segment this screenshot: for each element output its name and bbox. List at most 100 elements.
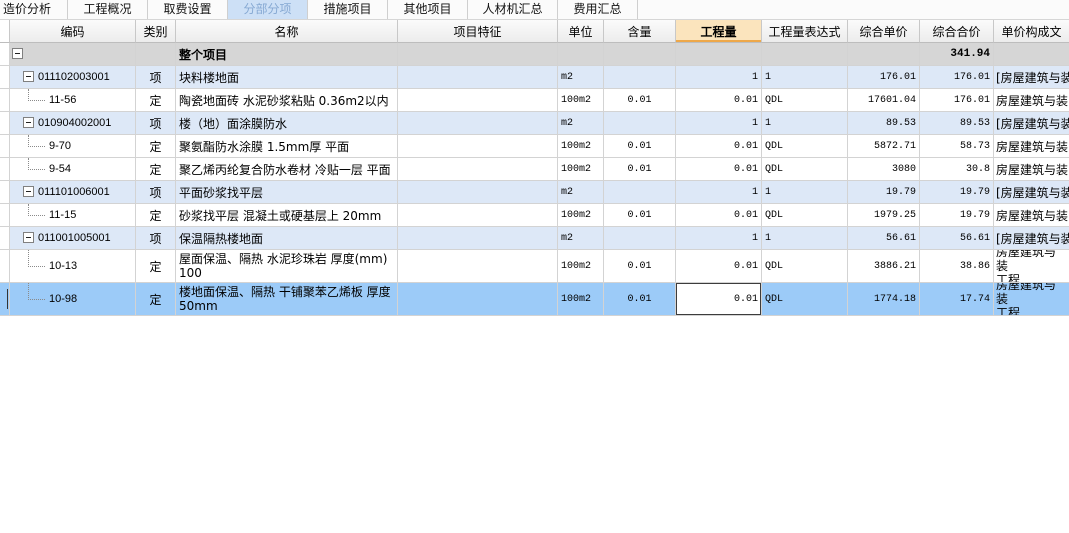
price-file-cell[interactable]: 房屋建筑与装 工程 xyxy=(994,283,1069,316)
column-header-price-file[interactable]: 单价构成文 xyxy=(994,20,1069,43)
row-indicator[interactable] xyxy=(0,181,10,204)
feature-cell[interactable] xyxy=(398,135,558,158)
unit-cell[interactable]: 100m2 xyxy=(558,158,604,181)
quota-row[interactable]: 11-15 定砂浆找平层 混凝土或硬基层上 20mm 100m2 0.01 0.01 QD… xyxy=(0,204,1069,227)
unit-cell[interactable]: 100m2 xyxy=(558,250,604,283)
quantity-expression-cell[interactable]: QDL xyxy=(762,250,848,283)
category-cell[interactable]: 项 xyxy=(136,227,176,250)
quantity-expression-cell[interactable]: QDL xyxy=(762,283,848,316)
category-cell[interactable]: 项 xyxy=(136,66,176,89)
code-cell[interactable] xyxy=(10,43,136,66)
unit-cell[interactable]: 100m2 xyxy=(558,204,604,227)
column-header-unit[interactable]: 单位 xyxy=(558,20,604,43)
price-file-cell[interactable]: [房屋建筑与装 xyxy=(994,227,1069,250)
quantity-expression-cell[interactable]: 1 xyxy=(762,66,848,89)
code-cell[interactable]: 010904002001 xyxy=(10,112,136,135)
feature-cell[interactable] xyxy=(398,227,558,250)
unit-price-cell[interactable]: 176.01 xyxy=(848,66,920,89)
unit-cell[interactable]: 100m2 xyxy=(558,283,604,316)
collapse-box-icon[interactable] xyxy=(23,71,34,82)
quantity-cell[interactable]: 1 xyxy=(676,227,762,250)
total-price-cell[interactable]: 19.79 xyxy=(920,204,994,227)
price-file-cell[interactable]: [房屋建筑与装 xyxy=(994,181,1069,204)
quantity-cell[interactable]: 1 xyxy=(676,112,762,135)
row-indicator[interactable] xyxy=(0,250,10,283)
tab-labor-material-machine[interactable]: 人材机汇总 xyxy=(468,0,558,19)
column-header-name[interactable]: 名称 xyxy=(176,20,398,43)
tab-other-items[interactable]: 其他项目 xyxy=(388,0,468,19)
quantity-cell[interactable]: 0.01 xyxy=(676,158,762,181)
header-corner[interactable] xyxy=(0,20,10,43)
total-price-cell[interactable]: 341.94 xyxy=(920,43,994,66)
category-cell[interactable]: 项 xyxy=(136,181,176,204)
collapse-box-icon[interactable] xyxy=(23,232,34,243)
unit-cell[interactable]: m2 xyxy=(558,112,604,135)
quantity-expression-cell[interactable]: QDL xyxy=(762,135,848,158)
quantity-cell[interactable]: 0.01 xyxy=(676,204,762,227)
price-file-cell[interactable]: 房屋建筑与装 xyxy=(994,135,1069,158)
bill-item-row[interactable]: 011101006001 项平面砂浆找平层 m2 1 1 19.79 19.79 [房屋建筑与… xyxy=(0,181,1069,204)
unit-cell[interactable]: m2 xyxy=(558,181,604,204)
unit-price-cell[interactable]: 5872.71 xyxy=(848,135,920,158)
price-file-cell[interactable]: 房屋建筑与装 xyxy=(994,204,1069,227)
feature-cell[interactable] xyxy=(398,283,558,316)
row-indicator[interactable] xyxy=(0,204,10,227)
unit-price-cell[interactable] xyxy=(848,43,920,66)
name-cell[interactable]: 整个项目 xyxy=(176,43,398,66)
tab-fee-settings[interactable]: 取费设置 xyxy=(148,0,228,19)
code-cell[interactable]: 10-13 xyxy=(10,250,136,283)
unit-price-cell[interactable]: 17601.04 xyxy=(848,89,920,112)
unit-price-cell[interactable]: 89.53 xyxy=(848,112,920,135)
category-cell[interactable]: 定 xyxy=(136,158,176,181)
total-price-cell[interactable]: 56.61 xyxy=(920,227,994,250)
total-price-cell[interactable]: 17.74 xyxy=(920,283,994,316)
total-price-cell[interactable]: 19.79 xyxy=(920,181,994,204)
category-cell[interactable] xyxy=(136,43,176,66)
content-cell[interactable] xyxy=(604,43,676,66)
content-cell[interactable] xyxy=(604,181,676,204)
unit-cell[interactable]: 100m2 xyxy=(558,89,604,112)
category-cell[interactable]: 定 xyxy=(136,135,176,158)
quantity-cell[interactable]: 0.01 xyxy=(676,283,762,316)
price-file-cell[interactable]: 房屋建筑与装 工程 xyxy=(994,250,1069,283)
feature-cell[interactable] xyxy=(398,250,558,283)
code-cell[interactable]: 9-70 xyxy=(10,135,136,158)
row-indicator[interactable] xyxy=(0,283,10,316)
tab-fee-summary[interactable]: 费用汇总 xyxy=(558,0,638,19)
price-file-cell[interactable]: [房屋建筑与装 xyxy=(994,66,1069,89)
code-cell[interactable]: 10-98 xyxy=(10,283,136,316)
root-project-row[interactable]: 整个项目 341.94 xyxy=(0,43,1069,66)
column-header-quantity[interactable]: 工程量 xyxy=(676,20,762,43)
name-cell[interactable]: 陶瓷地面砖 水泥砂浆粘贴 0.36m2以内 xyxy=(176,89,398,112)
quantity-expression-cell[interactable]: 1 xyxy=(762,181,848,204)
content-cell[interactable]: 0.01 xyxy=(604,135,676,158)
total-price-cell[interactable]: 58.73 xyxy=(920,135,994,158)
name-cell[interactable]: 块料楼地面 xyxy=(176,66,398,89)
name-cell[interactable]: 砂浆找平层 混凝土或硬基层上 20mm xyxy=(176,204,398,227)
unit-cell[interactable] xyxy=(558,43,604,66)
unit-price-cell[interactable]: 19.79 xyxy=(848,181,920,204)
price-file-cell[interactable] xyxy=(994,43,1069,66)
content-cell[interactable]: 0.01 xyxy=(604,89,676,112)
feature-cell[interactable] xyxy=(398,158,558,181)
total-price-cell[interactable]: 89.53 xyxy=(920,112,994,135)
total-price-cell[interactable]: 30.8 xyxy=(920,158,994,181)
quantity-cell[interactable]: 1 xyxy=(676,181,762,204)
name-cell[interactable]: 屋面保温、隔热 水泥珍珠岩 厚度(mm) 100 xyxy=(176,250,398,283)
quantity-expression-cell[interactable] xyxy=(762,43,848,66)
column-header-total-price[interactable]: 综合合价 xyxy=(920,20,994,43)
code-cell[interactable]: 11-56 xyxy=(10,89,136,112)
feature-cell[interactable] xyxy=(398,43,558,66)
tab-project-overview[interactable]: 工程概况 xyxy=(68,0,148,19)
row-indicator[interactable] xyxy=(0,43,10,66)
name-cell[interactable]: 保温隔热楼地面 xyxy=(176,227,398,250)
unit-price-cell[interactable]: 1774.18 xyxy=(848,283,920,316)
row-indicator[interactable] xyxy=(0,66,10,89)
category-cell[interactable]: 项 xyxy=(136,112,176,135)
category-cell[interactable]: 定 xyxy=(136,204,176,227)
content-cell[interactable]: 0.01 xyxy=(604,204,676,227)
category-cell[interactable]: 定 xyxy=(136,89,176,112)
row-indicator[interactable] xyxy=(0,112,10,135)
content-cell[interactable]: 0.01 xyxy=(604,250,676,283)
tab-measure-items[interactable]: 措施项目 xyxy=(308,0,388,19)
